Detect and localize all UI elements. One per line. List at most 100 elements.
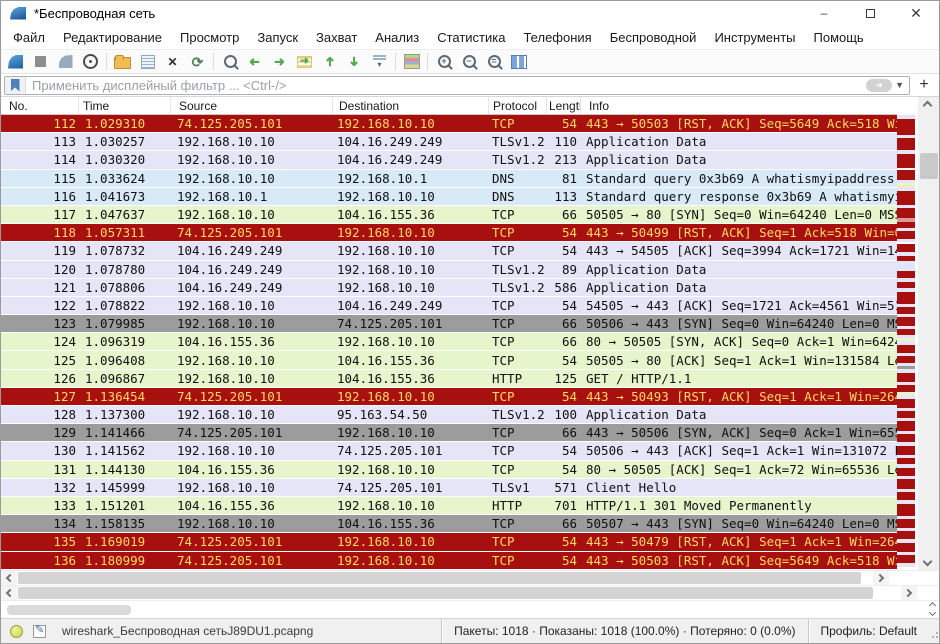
packet-row-133[interactable]: 1331.151201104.16.155.36192.168.10.10HTT…: [1, 497, 897, 515]
horizontal-scrollbar-1[interactable]: [1, 570, 939, 585]
packet-row-116[interactable]: 1161.041673192.168.10.1192.168.10.10DNS1…: [1, 188, 897, 206]
cell-info: 443 → 50479 [RST, ACK] Seq=1 Ack=1 Win=2…: [581, 534, 897, 549]
packet-row-123[interactable]: 1231.079985192.168.10.1074.125.205.101TC…: [1, 315, 897, 333]
zoom-reset-button[interactable]: =: [481, 51, 506, 73]
add-filter-button[interactable]: +: [913, 76, 935, 94]
capture-comment-icon[interactable]: ✎: [33, 625, 46, 638]
menu-item-2[interactable]: Редактирование: [54, 28, 171, 47]
close-file-button[interactable]: ✕: [160, 51, 185, 73]
packet-row-127[interactable]: 1271.13645474.125.205.101192.168.10.10TC…: [1, 388, 897, 406]
filter-bookmark-button[interactable]: [5, 77, 26, 94]
horizontal-scroll-thumb-2[interactable]: [18, 587, 873, 599]
cell-dst: 192.168.10.10: [333, 280, 489, 295]
packet-row-119[interactable]: 1191.078732104.16.249.249192.168.10.10TC…: [1, 242, 897, 260]
horizontal-scrollbar-2[interactable]: [1, 585, 939, 600]
menu-item-10[interactable]: Инструменты: [705, 28, 804, 47]
find-packet-button[interactable]: [217, 51, 242, 73]
packet-row-129[interactable]: 1291.14146674.125.205.101192.168.10.10TC…: [1, 424, 897, 442]
packet-row-117[interactable]: 1171.047637192.168.10.10104.16.155.36TCP…: [1, 206, 897, 224]
chevron-right-icon: [904, 589, 912, 597]
packet-row-134[interactable]: 1341.158135192.168.10.10104.16.155.36TCP…: [1, 515, 897, 533]
cell-proto: TCP: [489, 243, 547, 258]
resize-grip[interactable]: [929, 619, 939, 643]
column-header-protocol[interactable]: Protocol: [489, 97, 547, 114]
go-first-button[interactable]: ➜: [317, 51, 342, 73]
packet-row-122[interactable]: 1221.078822192.168.10.10104.16.249.249TC…: [1, 297, 897, 315]
scroll-right-button[interactable]: [873, 571, 889, 585]
packet-row-132[interactable]: 1321.145999192.168.10.1074.125.205.101TL…: [1, 479, 897, 497]
packet-row-131[interactable]: 1311.144130104.16.155.36192.168.10.10TCP…: [1, 461, 897, 479]
column-header-no[interactable]: No.: [1, 97, 79, 114]
capture-options-button[interactable]: [78, 51, 103, 73]
resize-columns-button[interactable]: [506, 51, 531, 73]
open-file-button[interactable]: [110, 51, 135, 73]
toolbar-separator: [106, 53, 107, 70]
menu-item-7[interactable]: Статистика: [428, 28, 514, 47]
intelligent-scrollbar[interactable]: [897, 115, 915, 570]
packet-row-126[interactable]: 1261.096867192.168.10.10104.16.155.36HTT…: [1, 370, 897, 388]
packet-row-125[interactable]: 1251.096408192.168.10.10104.16.155.36TCP…: [1, 351, 897, 369]
splitter-control[interactable]: [930, 603, 935, 615]
packet-row-112[interactable]: 1121.02931074.125.205.101192.168.10.10TC…: [1, 115, 897, 133]
go-to-packet-button[interactable]: ➜: [292, 51, 317, 73]
packet-row-113[interactable]: 1131.030257192.168.10.10104.16.249.249TL…: [1, 133, 897, 151]
vertical-scroll-thumb[interactable]: [920, 153, 938, 179]
display-filter-input[interactable]: [26, 78, 866, 93]
scroll-left-button-2[interactable]: [1, 586, 17, 600]
menu-item-8[interactable]: Телефония: [514, 28, 600, 47]
menu-item-4[interactable]: Запуск: [248, 28, 307, 47]
menu-item-3[interactable]: Просмотр: [171, 28, 248, 47]
filter-dropdown-caret[interactable]: ▼: [895, 80, 904, 90]
go-back-button[interactable]: ➜: [242, 51, 267, 73]
packet-row-121[interactable]: 1211.078806104.16.249.249192.168.10.10TL…: [1, 279, 897, 297]
packet-row-115[interactable]: 1151.033624192.168.10.10192.168.10.1DNS8…: [1, 170, 897, 188]
packet-row-118[interactable]: 1181.05731174.125.205.101192.168.10.10TC…: [1, 224, 897, 242]
expert-info-icon[interactable]: [10, 625, 23, 638]
colorize-button[interactable]: [399, 51, 424, 73]
menu-item-11[interactable]: Помощь: [805, 28, 873, 47]
column-header-time[interactable]: Time: [79, 97, 171, 114]
scroll-right-button-2[interactable]: [901, 586, 917, 600]
column-header-source[interactable]: Source: [171, 97, 333, 114]
packet-row-130[interactable]: 1301.141562192.168.10.1074.125.205.101TC…: [1, 442, 897, 460]
horizontal-scroll-thumb-1[interactable]: [18, 572, 861, 584]
go-forward-button[interactable]: ➜: [267, 51, 292, 73]
cell-no: 124: [1, 334, 79, 349]
zoom-out-button[interactable]: −: [456, 51, 481, 73]
restart-capture-button[interactable]: [53, 51, 78, 73]
start-capture-button[interactable]: [3, 51, 28, 73]
maximize-button[interactable]: [847, 1, 893, 25]
menu-item-1[interactable]: Файл: [4, 28, 54, 47]
auto-scroll-button[interactable]: ▾: [367, 51, 392, 73]
zoom-in-button[interactable]: +: [431, 51, 456, 73]
bottom-scroll-thumb[interactable]: [7, 605, 131, 615]
vertical-scrollbar[interactable]: [918, 97, 939, 570]
display-filter-box: ➜ ▼: [4, 76, 910, 95]
column-header-destination[interactable]: Destination: [333, 97, 489, 114]
column-header-info[interactable]: Info: [581, 97, 897, 114]
scroll-left-button[interactable]: [1, 571, 17, 585]
reload-file-button[interactable]: ⟳: [185, 51, 210, 73]
scroll-up-icon[interactable]: [923, 101, 933, 111]
cell-src: 74.125.205.101: [171, 553, 333, 568]
packet-row-128[interactable]: 1281.137300192.168.10.1095.163.54.50TLSv…: [1, 406, 897, 424]
packet-row-136[interactable]: 1361.18099974.125.205.101192.168.10.10TC…: [1, 552, 897, 570]
menu-item-5[interactable]: Захват: [307, 28, 366, 47]
chevron-left-icon: [6, 589, 14, 597]
profile-label[interactable]: Профиль: Default: [808, 619, 930, 643]
close-button[interactable]: ✕: [893, 1, 939, 25]
save-file-button[interactable]: [135, 51, 160, 73]
packet-row-114[interactable]: 1141.030320192.168.10.10104.16.249.249TL…: [1, 151, 897, 169]
packet-row-124[interactable]: 1241.096319104.16.155.36192.168.10.10TCP…: [1, 333, 897, 351]
cell-len: 100: [547, 407, 581, 422]
scroll-down-icon[interactable]: [923, 557, 933, 567]
menu-item-9[interactable]: Беспроводной: [601, 28, 706, 47]
menu-item-6[interactable]: Анализ: [366, 28, 428, 47]
stop-capture-button[interactable]: [28, 51, 53, 73]
packet-row-120[interactable]: 1201.078780104.16.249.249192.168.10.10TL…: [1, 261, 897, 279]
apply-filter-button[interactable]: ➜: [866, 79, 892, 92]
column-header-length[interactable]: Length: [547, 97, 581, 114]
minimize-button[interactable]: –: [801, 1, 847, 25]
go-last-button[interactable]: ➜: [342, 51, 367, 73]
packet-row-135[interactable]: 1351.16901974.125.205.101192.168.10.10TC…: [1, 533, 897, 551]
